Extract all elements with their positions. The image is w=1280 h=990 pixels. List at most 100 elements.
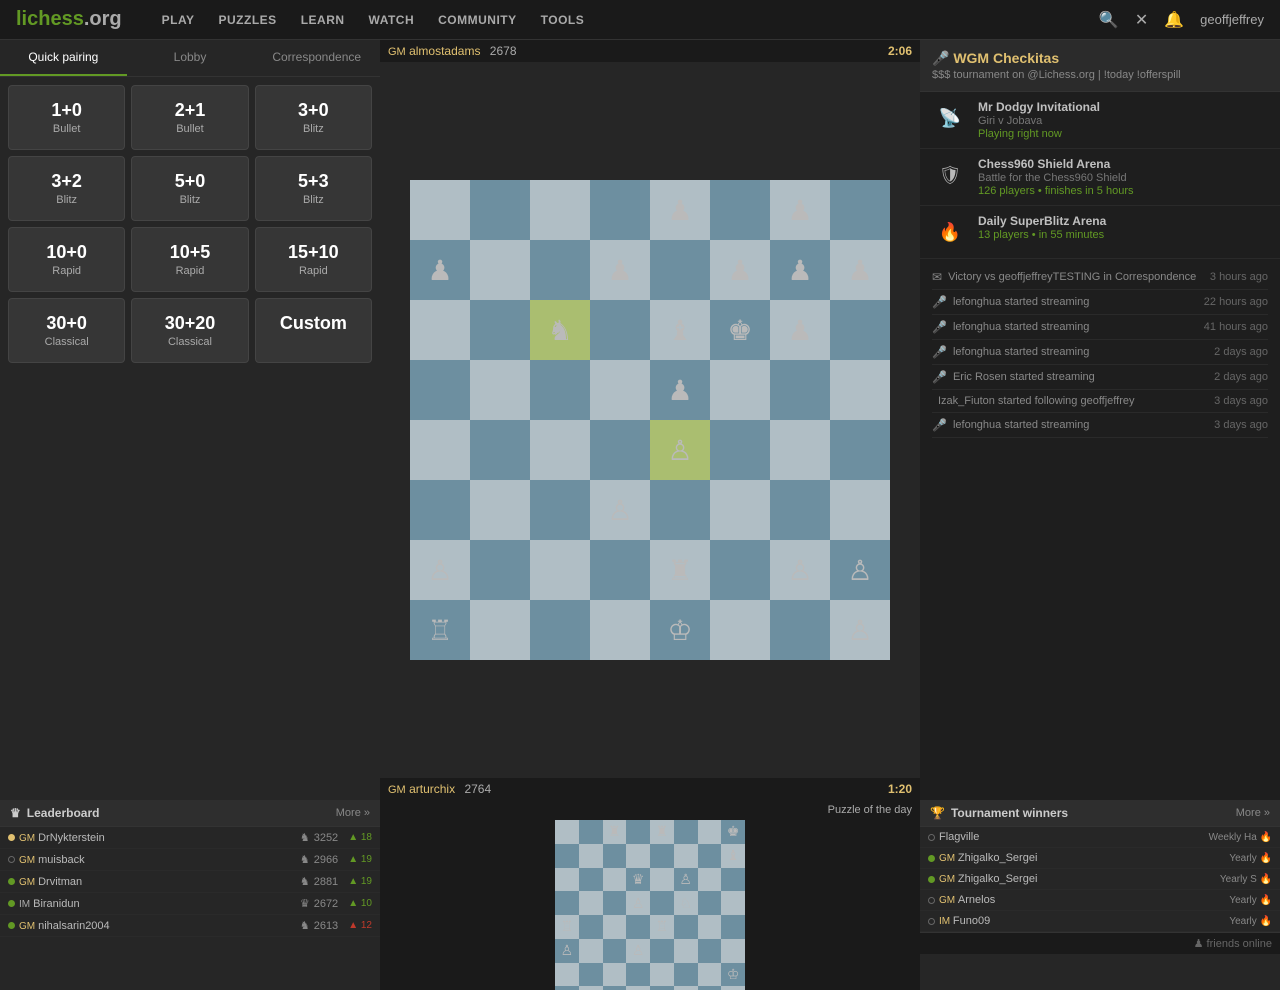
board-cell-1-2[interactable]	[530, 240, 590, 300]
board-cell-7-7[interactable]: ♙	[830, 600, 890, 660]
board-cell-5-3[interactable]: ♙	[590, 480, 650, 540]
board-cell-2-0[interactable]	[410, 300, 470, 360]
nav-puzzles[interactable]: PUZZLES	[219, 13, 277, 27]
board-cell-0-6[interactable]: ♟	[770, 180, 830, 240]
mini-cell-0-6[interactable]	[698, 820, 722, 844]
mini-cell-7-7[interactable]	[721, 986, 745, 990]
pairing-cell-7[interactable]: 10+5Rapid	[131, 227, 248, 292]
pairing-cell-4[interactable]: 5+0Blitz	[131, 156, 248, 221]
mini-cell-0-7[interactable]: ♚	[721, 820, 745, 844]
mini-cell-6-7[interactable]: ♔	[721, 963, 745, 987]
board-cell-3-7[interactable]	[830, 360, 890, 420]
mini-cell-7-5[interactable]	[674, 986, 698, 990]
board-cell-2-2[interactable]: ♞	[530, 300, 590, 360]
nav-learn[interactable]: LEARN	[301, 13, 345, 27]
mini-cell-1-1[interactable]	[579, 844, 603, 868]
mini-cell-1-5[interactable]	[674, 844, 698, 868]
mini-cell-2-4[interactable]	[650, 868, 674, 892]
pairing-cell-10[interactable]: 30+20Classical	[131, 298, 248, 363]
tw-row-4[interactable]: IM Funo09 Yearly 🔥	[920, 911, 1280, 932]
mini-cell-4-1[interactable]	[579, 915, 603, 939]
tab-quick-pairing[interactable]: Quick pairing	[0, 40, 127, 76]
mini-cell-3-7[interactable]	[721, 891, 745, 915]
board-cell-2-5[interactable]: ♚	[710, 300, 770, 360]
mini-cell-6-3[interactable]	[626, 963, 650, 987]
board-cell-4-7[interactable]	[830, 420, 890, 480]
board-cell-5-7[interactable]	[830, 480, 890, 540]
mini-cell-4-4[interactable]: ♖	[650, 915, 674, 939]
mini-cell-6-5[interactable]	[674, 963, 698, 987]
board-cell-6-2[interactable]	[530, 540, 590, 600]
board-cell-1-3[interactable]: ♟	[590, 240, 650, 300]
mini-cell-7-1[interactable]	[579, 986, 603, 990]
mini-cell-5-3[interactable]: ♙	[626, 939, 650, 963]
board-cell-7-2[interactable]	[530, 600, 590, 660]
mini-cell-3-2[interactable]	[603, 891, 627, 915]
mini-cell-0-0[interactable]	[555, 820, 579, 844]
board-cell-3-2[interactable]	[530, 360, 590, 420]
mini-cell-4-6[interactable]	[698, 915, 722, 939]
board-cell-6-4[interactable]: ♜	[650, 540, 710, 600]
board-cell-2-6[interactable]: ♟	[770, 300, 830, 360]
board-cell-4-1[interactable]	[470, 420, 530, 480]
bell-icon[interactable]: 🔔	[1164, 10, 1184, 30]
board-cell-0-5[interactable]	[710, 180, 770, 240]
pairing-cell-5[interactable]: 5+3Blitz	[255, 156, 372, 221]
mini-cell-6-1[interactable]	[579, 963, 603, 987]
mini-cell-6-2[interactable]	[603, 963, 627, 987]
board-cell-4-6[interactable]	[770, 420, 830, 480]
board-cell-1-6[interactable]: ♟	[770, 240, 830, 300]
board-cell-6-7[interactable]: ♙	[830, 540, 890, 600]
mini-cell-2-6[interactable]	[698, 868, 722, 892]
pairing-cell-11[interactable]: Custom	[255, 298, 372, 363]
tournament-item-1[interactable]: 🛡 Chess960 Shield Arena Battle for the C…	[920, 149, 1280, 206]
username[interactable]: geoffjeffrey	[1200, 12, 1264, 27]
mini-cell-2-5[interactable]: ♙	[674, 868, 698, 892]
board-cell-6-5[interactable]	[710, 540, 770, 600]
mini-cell-7-6[interactable]	[698, 986, 722, 990]
board-cell-3-4[interactable]: ♟	[650, 360, 710, 420]
mini-cell-2-3[interactable]: ♛	[626, 868, 650, 892]
board-cell-1-4[interactable]	[650, 240, 710, 300]
board-cell-5-5[interactable]	[710, 480, 770, 540]
board-cell-0-2[interactable]	[530, 180, 590, 240]
mini-cell-1-2[interactable]	[603, 844, 627, 868]
mini-cell-3-3[interactable]: ♙	[626, 891, 650, 915]
mini-cell-6-4[interactable]	[650, 963, 674, 987]
lb-row-1[interactable]: GMmuisback ♞ 2966 ▲ 19	[0, 849, 380, 871]
mini-cell-3-4[interactable]	[650, 891, 674, 915]
lb-row-2[interactable]: GMDrvitman ♞ 2881 ▲ 19	[0, 871, 380, 893]
mini-cell-6-0[interactable]	[555, 963, 579, 987]
mini-cell-0-5[interactable]	[674, 820, 698, 844]
tab-correspondence[interactable]: Correspondence	[253, 40, 380, 76]
board-cell-4-2[interactable]	[530, 420, 590, 480]
mini-cell-7-0[interactable]	[555, 986, 579, 990]
mini-cell-7-3[interactable]	[626, 986, 650, 990]
pairing-cell-0[interactable]: 1+0Bullet	[8, 85, 125, 150]
mini-cell-7-2[interactable]	[603, 986, 627, 990]
mini-cell-4-0[interactable]: ♖	[555, 915, 579, 939]
board-cell-1-7[interactable]: ♟	[830, 240, 890, 300]
mini-cell-5-5[interactable]	[674, 939, 698, 963]
mini-cell-0-3[interactable]	[626, 820, 650, 844]
board-cell-1-5[interactable]: ♟	[710, 240, 770, 300]
mini-cell-1-3[interactable]	[626, 844, 650, 868]
board-cell-0-0[interactable]	[410, 180, 470, 240]
pairing-cell-2[interactable]: 3+0Blitz	[255, 85, 372, 150]
mini-cell-2-1[interactable]	[579, 868, 603, 892]
nav-watch[interactable]: WATCH	[369, 13, 415, 27]
mini-cell-1-7[interactable]: ♝	[721, 844, 745, 868]
mini-cell-4-3[interactable]	[626, 915, 650, 939]
board-cell-5-0[interactable]	[410, 480, 470, 540]
board-cell-3-3[interactable]	[590, 360, 650, 420]
tw-row-3[interactable]: GM Arnelos Yearly 🔥	[920, 890, 1280, 911]
chess-board[interactable]: ♟♟♟♟♟♟♟♞♝♚♟♟♙♙♙♜♙♙♖♔♙	[410, 180, 890, 660]
board-cell-3-1[interactable]	[470, 360, 530, 420]
board-cell-7-5[interactable]	[710, 600, 770, 660]
tab-lobby[interactable]: Lobby	[127, 40, 254, 76]
board-cell-7-3[interactable]	[590, 600, 650, 660]
tournament-item-0[interactable]: 📡 Mr Dodgy Invitational Giri v Jobava Pl…	[920, 92, 1280, 149]
tw-row-2[interactable]: GM Zhigalko_Sergei Yearly S 🔥	[920, 869, 1280, 890]
board-cell-2-3[interactable]	[590, 300, 650, 360]
nav-tools[interactable]: TOOLS	[541, 13, 585, 27]
